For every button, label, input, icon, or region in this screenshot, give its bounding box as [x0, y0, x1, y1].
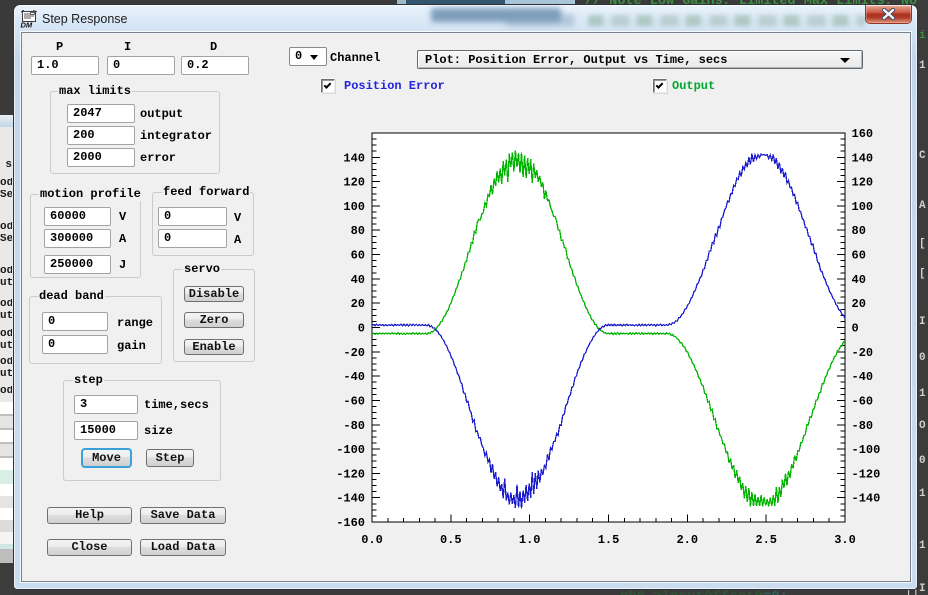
svg-text:2.0: 2.0 — [676, 533, 698, 547]
svg-text:80: 80 — [852, 224, 866, 238]
svg-text:1.0: 1.0 — [519, 533, 541, 547]
svg-text:-140: -140 — [852, 492, 881, 506]
svg-text:20: 20 — [351, 297, 365, 311]
svg-text:100: 100 — [343, 200, 365, 214]
svg-text:160: 160 — [852, 127, 874, 141]
svg-text:40: 40 — [351, 273, 365, 287]
svg-text:-20: -20 — [343, 346, 365, 360]
svg-text:100: 100 — [852, 200, 874, 214]
svg-text:140: 140 — [343, 151, 365, 165]
svg-text:-60: -60 — [343, 394, 365, 408]
svg-text:-100: -100 — [852, 443, 881, 457]
svg-text:-120: -120 — [852, 467, 881, 481]
svg-text:-80: -80 — [343, 419, 365, 433]
svg-text:-140: -140 — [336, 492, 365, 506]
svg-text:-40: -40 — [343, 370, 365, 384]
svg-text:-120: -120 — [336, 467, 365, 481]
svg-text:0.0: 0.0 — [361, 533, 383, 547]
svg-text:120: 120 — [852, 176, 874, 190]
svg-text:DM: DM — [21, 21, 33, 29]
svg-text:0.5: 0.5 — [440, 533, 462, 547]
svg-text:-100: -100 — [336, 443, 365, 457]
svg-text:-80: -80 — [852, 419, 874, 433]
svg-text:1.5: 1.5 — [598, 533, 620, 547]
svg-text:60: 60 — [852, 249, 866, 263]
svg-text:-40: -40 — [852, 370, 874, 384]
svg-text:80: 80 — [351, 224, 365, 238]
svg-text:-60: -60 — [852, 394, 874, 408]
svg-text:0: 0 — [358, 322, 365, 336]
svg-text:120: 120 — [343, 176, 365, 190]
svg-text:2.5: 2.5 — [755, 533, 777, 547]
svg-text:-160: -160 — [336, 516, 365, 530]
svg-text:60: 60 — [351, 249, 365, 263]
svg-text:3.0: 3.0 — [834, 533, 856, 547]
svg-text:140: 140 — [852, 151, 874, 165]
svg-text:20: 20 — [852, 297, 866, 311]
svg-text:40: 40 — [852, 273, 866, 287]
svg-text:0: 0 — [852, 322, 859, 336]
svg-text:-20: -20 — [852, 346, 874, 360]
